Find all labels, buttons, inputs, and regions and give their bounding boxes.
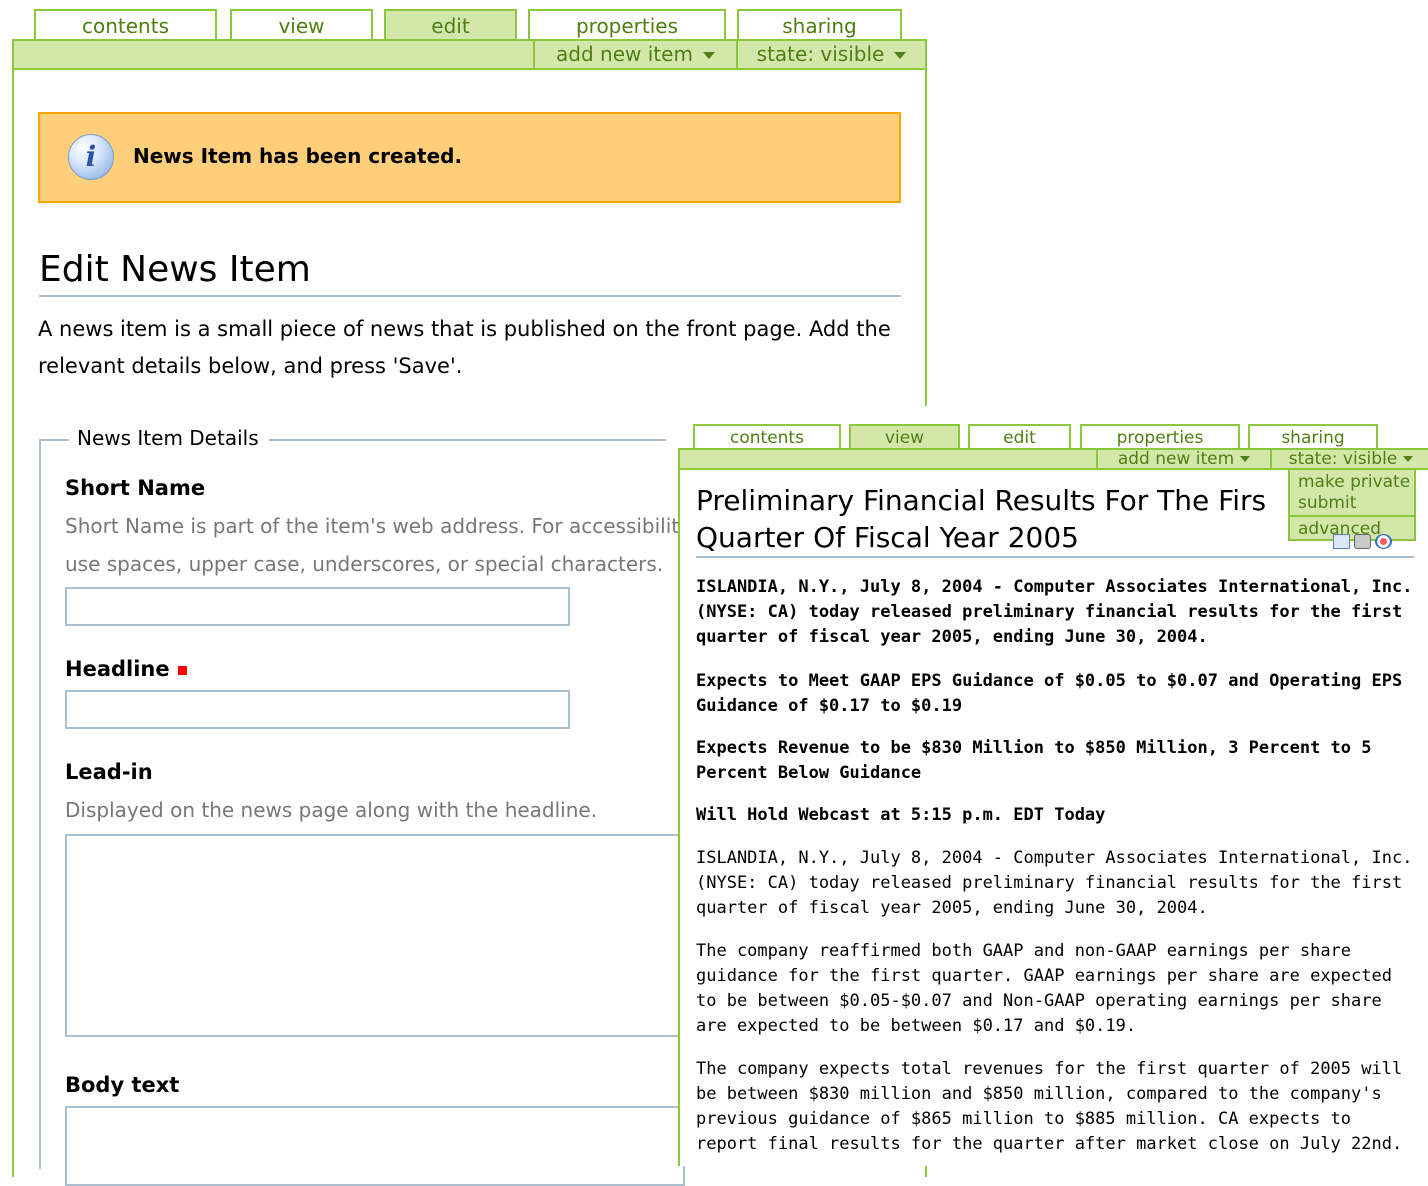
short-name-help-2: use spaces, upper case, underscores, or … <box>65 552 664 576</box>
page-description: A news item is a small piece of news tha… <box>38 317 891 378</box>
required-marker-icon <box>177 665 187 675</box>
add-new-item-menu[interactable]: add new item <box>1096 450 1270 468</box>
extra-action-icon[interactable] <box>1375 534 1392 549</box>
view-window-frame <box>678 468 680 1166</box>
chevron-down-icon <box>702 52 715 59</box>
content-actions-bar: add new item state: visible <box>678 448 1428 470</box>
highlight-2: Expects Revenue to be $830 Million to $8… <box>696 738 1372 783</box>
state-label: state: visible <box>756 42 885 66</box>
tab-edit[interactable]: edit <box>968 424 1071 449</box>
lead-in-label: Lead-in <box>65 760 153 784</box>
tab-edit[interactable]: edit <box>384 9 517 41</box>
state-menu[interactable]: state: visible <box>736 41 925 68</box>
body-text-textarea[interactable] <box>65 1106 685 1186</box>
headline-label-text: Headline <box>65 657 170 681</box>
state-dropdown-menu: make private submit advanced <box>1288 468 1416 541</box>
tab-properties[interactable]: properties <box>528 9 726 40</box>
chevron-down-icon <box>1240 456 1251 462</box>
body-paragraph-1: ISLANDIA, N.Y., July 8, 2004 - Computer … <box>696 848 1413 918</box>
short-name-input[interactable] <box>65 587 570 626</box>
lead-in-textarea[interactable] <box>65 834 685 1037</box>
headline-label: Headline <box>65 657 187 681</box>
tab-properties[interactable]: properties <box>1080 424 1240 449</box>
tab-sharing[interactable]: sharing <box>737 9 902 40</box>
lead-in-help: Displayed on the news page along with th… <box>65 798 598 822</box>
state-label: state: visible <box>1288 449 1398 469</box>
chevron-down-icon <box>1403 456 1414 462</box>
menu-item-make-private[interactable]: make private <box>1298 472 1410 492</box>
add-new-item-label: add new item <box>556 42 693 66</box>
add-new-item-menu[interactable]: add new item <box>533 41 736 68</box>
fieldset-legend: News Item Details <box>77 426 269 450</box>
chevron-down-icon <box>894 52 907 59</box>
fieldset-border-top-left <box>39 439 69 441</box>
menu-divider <box>1290 515 1414 517</box>
fieldset-border-left <box>39 439 41 1169</box>
print-icon[interactable] <box>1354 534 1371 549</box>
highlight-1: Expects to Meet GAAP EPS Guidance of $0.… <box>696 671 1403 716</box>
state-menu[interactable]: state: visible <box>1270 450 1428 468</box>
content-actions-bar: add new item state: visible <box>12 39 927 70</box>
short-name-help-1: Short Name is part of the item's web add… <box>65 514 680 538</box>
tab-contents[interactable]: contents <box>693 424 841 449</box>
fieldset-border-top-right <box>266 439 666 441</box>
page-title: Edit News Item <box>39 248 901 297</box>
short-name-label: Short Name <box>65 476 206 500</box>
highlight-3: Will Hold Webcast at 5:15 p.m. EDT Today <box>696 805 1106 825</box>
body-text-label: Body text <box>65 1073 180 1097</box>
tab-view[interactable]: view <box>849 424 960 450</box>
menu-item-submit[interactable]: submit <box>1298 493 1356 513</box>
tab-sharing[interactable]: sharing <box>1248 424 1378 449</box>
tab-contents[interactable]: contents <box>34 9 217 40</box>
info-icon: i <box>68 134 114 180</box>
tab-view[interactable]: view <box>230 9 373 40</box>
add-new-item-label: add new item <box>1117 449 1235 469</box>
lead-paragraph: ISLANDIA, N.Y., July 8, 2004 - Computer … <box>696 577 1413 647</box>
headline-input[interactable] <box>65 690 570 729</box>
document-actions <box>1333 534 1396 554</box>
send-to-icon[interactable] <box>1333 534 1350 549</box>
status-message: i News Item has been created. <box>38 112 901 203</box>
view-window: contents view edit properties sharing ad… <box>678 406 1428 1166</box>
body-paragraph-2: The company reaffirmed both GAAP and non… <box>696 941 1392 1036</box>
status-message-text: News Item has been created. <box>133 144 463 168</box>
body-paragraph-3: The company expects total revenues for t… <box>696 1059 1403 1154</box>
